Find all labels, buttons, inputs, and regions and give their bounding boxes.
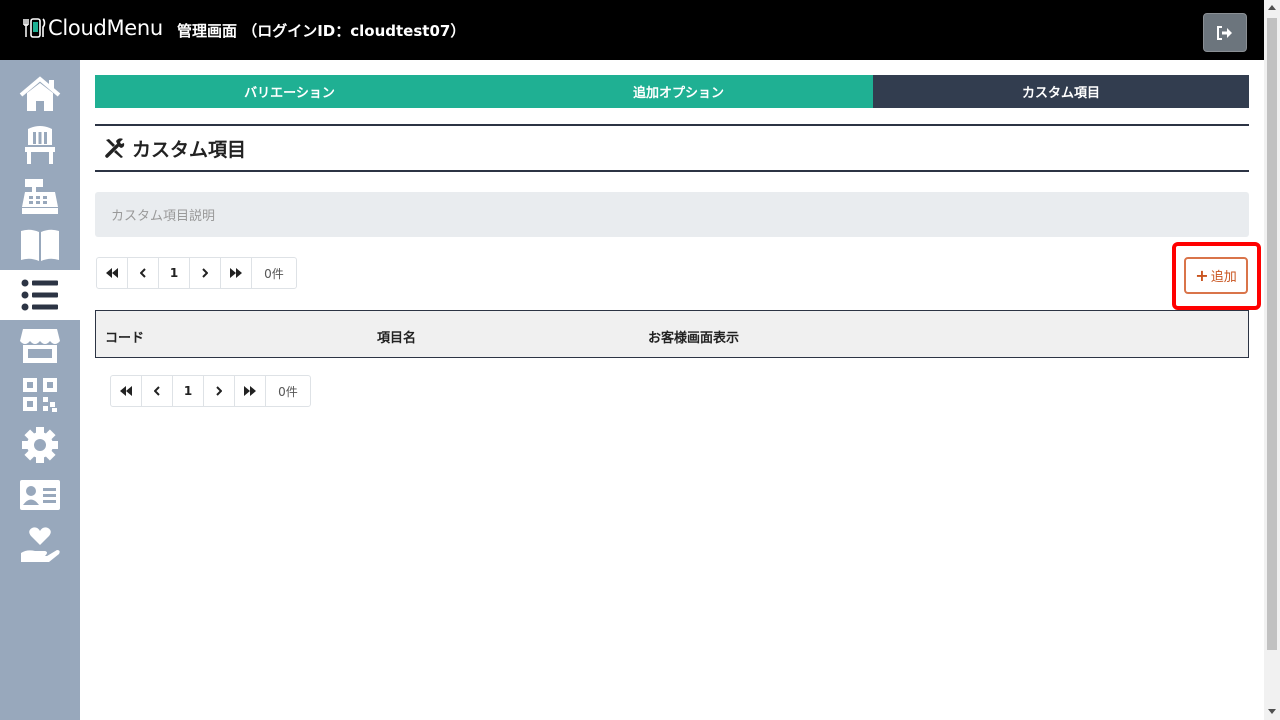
double-chevron-right-icon (244, 386, 256, 396)
gear-icon (22, 427, 58, 463)
sidebar-item-support[interactable] (0, 520, 80, 570)
prev-page-button[interactable] (128, 258, 159, 288)
sidebar-item-register[interactable] (0, 170, 80, 220)
double-chevron-left-icon (106, 268, 118, 278)
next-page-button[interactable] (204, 376, 235, 406)
pagination-top: 1 0件 (96, 257, 297, 289)
add-button[interactable]: + 追加 (1184, 257, 1248, 294)
page-title: カスタム項目 (132, 138, 247, 161)
brand-name: CloudMenu (48, 16, 163, 40)
book-icon (21, 229, 59, 261)
logout-button[interactable] (1203, 13, 1247, 52)
record-count: 0件 (278, 384, 298, 399)
prev-page-button[interactable] (142, 376, 173, 406)
sidebar (0, 60, 80, 720)
chevron-left-icon (154, 386, 160, 396)
page-header-title: 管理画面 （ログインID：cloudtest07） (177, 22, 466, 40)
first-page-button[interactable] (97, 258, 128, 288)
tab-custom-items[interactable]: カスタム項目 (873, 75, 1249, 108)
plus-icon: + (1195, 265, 1209, 285)
chevron-left-icon (140, 268, 146, 278)
sidebar-item-seats[interactable] (0, 120, 80, 170)
tools-icon (105, 138, 125, 158)
sidebar-item-qr[interactable] (0, 370, 80, 420)
sidebar-item-menu[interactable] (0, 220, 80, 270)
chair-icon (25, 126, 55, 164)
top-bar: CloudMenu 管理画面 （ログインID：cloudtest07） (0, 0, 1264, 60)
qr-code-icon (23, 378, 57, 412)
scroll-up-arrow-icon[interactable] (1268, 5, 1276, 10)
store-icon (20, 329, 60, 363)
logout-icon (1217, 25, 1232, 40)
sidebar-item-home[interactable] (0, 70, 80, 120)
vertical-scrollbar[interactable] (1264, 0, 1280, 720)
list-icon (21, 279, 58, 311)
tab-variation[interactable]: バリエーション (95, 75, 484, 108)
first-page-button[interactable] (111, 376, 142, 406)
id-card-icon (20, 480, 60, 510)
chevron-right-icon (216, 386, 222, 396)
brand-logo[interactable]: CloudMenu (22, 16, 163, 40)
scrollbar-thumb[interactable] (1267, 18, 1277, 650)
chevron-right-icon (202, 268, 208, 278)
sidebar-item-store[interactable] (0, 320, 80, 370)
column-header-customer-display[interactable]: お客様画面表示 (648, 327, 739, 346)
section-header: カスタム項目 (95, 124, 1249, 172)
last-page-button[interactable] (221, 258, 252, 288)
add-button-label: 追加 (1210, 270, 1237, 285)
double-chevron-right-icon (230, 268, 242, 278)
home-icon (19, 76, 61, 111)
pagination-bottom: 1 0件 (110, 375, 311, 407)
sidebar-item-staff[interactable] (0, 470, 80, 520)
record-count: 0件 (264, 266, 284, 281)
page-number-button[interactable]: 1 (159, 258, 190, 288)
next-page-button[interactable] (190, 258, 221, 288)
column-header-code[interactable]: コード (105, 327, 144, 346)
tab-additional-options[interactable]: 追加オプション (484, 75, 873, 108)
last-page-button[interactable] (235, 376, 266, 406)
cash-register-icon (22, 179, 58, 214)
column-header-item-name[interactable]: 項目名 (377, 327, 416, 346)
custom-items-table: コード 項目名 お客様画面表示 (95, 310, 1249, 358)
scroll-down-arrow-icon[interactable] (1268, 709, 1276, 714)
page-number-button[interactable]: 1 (173, 376, 204, 406)
double-chevron-left-icon (120, 386, 132, 396)
sidebar-item-settings[interactable] (0, 420, 80, 470)
description-box: カスタム項目説明 (95, 192, 1249, 237)
hand-heart-icon (21, 527, 60, 562)
tab-bar: バリエーション 追加オプション カスタム項目 (95, 75, 1249, 108)
cutlery-phone-icon (23, 18, 46, 38)
sidebar-item-items[interactable] (0, 270, 80, 320)
